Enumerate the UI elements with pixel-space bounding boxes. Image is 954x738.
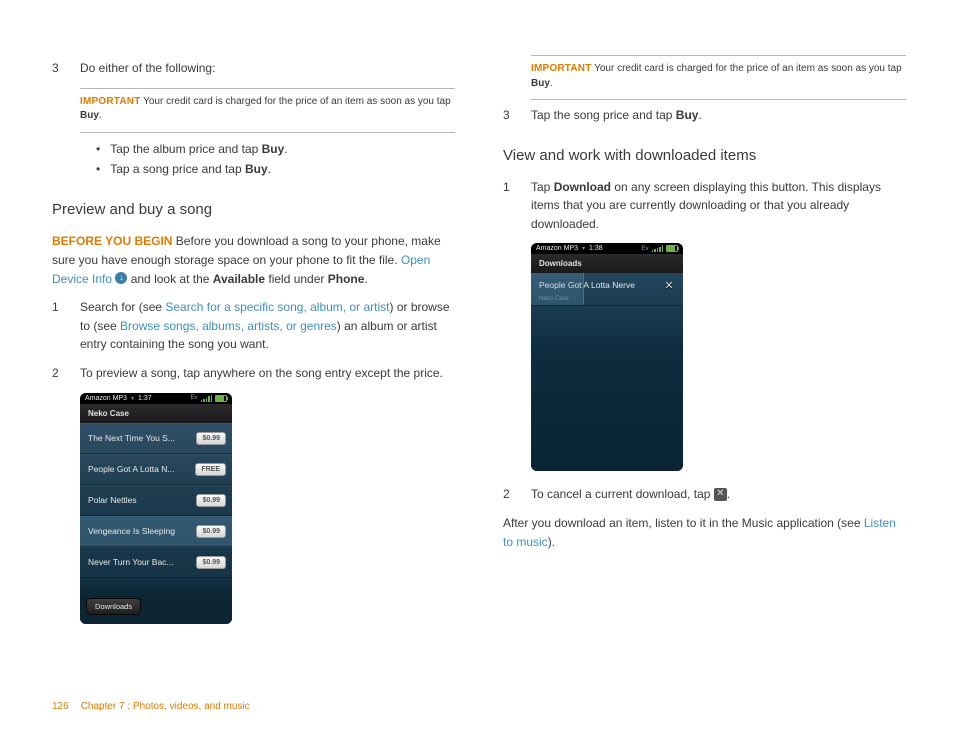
divider <box>531 99 906 100</box>
phone-screenshot-songlist: Amazon MP3 ▾ 1:37 Eν Neko Case The Next Ti… <box>80 393 232 624</box>
step-number: 2 <box>503 485 531 504</box>
section-heading-preview: Preview and buy a song <box>52 201 455 218</box>
phone-screenshot-downloads: Amazon MP3 ▾ 1:38 Eν Downloads People Got … <box>531 243 683 471</box>
step-3-left: 3 Do either of the following: <box>52 59 455 78</box>
important-note-right: IMPORTANT Your credit card is charged fo… <box>531 62 906 91</box>
step-number: 2 <box>52 364 80 383</box>
download-list: People Got A Lotta Nerve ✕ Neko Case <box>531 273 683 471</box>
step-body: Tap Download on any screen displaying th… <box>531 178 906 234</box>
step-body: Tap the song price and tap Buy. <box>531 106 906 125</box>
price-button[interactable]: $0.99 <box>196 432 226 445</box>
step-number: 1 <box>52 298 80 354</box>
ev-icon: Eν <box>641 246 648 252</box>
divider <box>80 88 455 89</box>
divider <box>80 132 455 133</box>
step-2-right: 2 To cancel a current download, tap ✕. <box>503 485 906 504</box>
after-download-text: After you download an item, listen to it… <box>503 514 906 551</box>
step-body: Do either of the following: <box>80 59 455 78</box>
chevron-down-icon: ▾ <box>582 245 585 252</box>
step-number: 3 <box>503 106 531 125</box>
song-row[interactable]: The Next Time You S...$0.99 <box>80 423 232 454</box>
status-bar: Amazon MP3 ▾ 1:38 Eν <box>531 243 683 254</box>
song-row[interactable]: Never Turn Your Bac...$0.99 <box>80 547 232 578</box>
important-label: IMPORTANT <box>80 96 141 107</box>
link-browse-songs[interactable]: Browse songs, albums, artists, or genres <box>120 319 337 333</box>
battery-icon <box>666 245 678 252</box>
signal-icon <box>201 395 213 402</box>
link-search-song[interactable]: Search for a specific song, album, or ar… <box>165 300 389 314</box>
status-bar: Amazon MP3 ▾ 1:37 Eν <box>80 393 232 404</box>
signal-icon <box>652 245 664 252</box>
device-info-icon: ↓ <box>115 272 127 284</box>
downloads-button[interactable]: Downloads <box>86 598 141 615</box>
status-time: 1:37 <box>138 395 152 402</box>
app-name: Amazon MP3 <box>536 245 578 252</box>
page-footer: 126 Chapter 7 : Photos, videos, and music <box>52 701 250 712</box>
before-label: BEFORE YOU BEGIN <box>52 234 172 248</box>
step-body: To cancel a current download, tap ✕. <box>531 485 906 504</box>
phone-header: Neko Case <box>80 404 232 423</box>
price-button[interactable]: $0.99 <box>196 525 226 538</box>
step-2-left: 2 To preview a song, tap anywhere on the… <box>52 364 455 383</box>
section-heading-downloaded: View and work with downloaded items <box>503 147 906 164</box>
before-you-begin: BEFORE YOU BEGIN Before you download a s… <box>52 232 455 288</box>
divider <box>531 55 906 56</box>
chapter-title: Chapter 7 : Photos, videos, and music <box>81 701 250 712</box>
step-body: To preview a song, tap anywhere on the s… <box>80 364 455 383</box>
price-button[interactable]: FREE <box>195 463 226 476</box>
chevron-down-icon: ▾ <box>131 395 134 402</box>
step-1-left: 1 Search for (see Search for a specific … <box>52 298 455 354</box>
step-3-right: 3 Tap the song price and tap Buy. <box>503 106 906 125</box>
cancel-download-icon[interactable]: ✕ <box>663 279 675 291</box>
cancel-icon: ✕ <box>714 488 727 501</box>
song-row-selected[interactable]: Vengeance Is Sleeping$0.99 <box>80 516 232 547</box>
battery-icon <box>215 395 227 402</box>
bullet-item: Tap a song price and tap Buy. <box>96 159 455 179</box>
bullet-list: Tap the album price and tap Buy. Tap a s… <box>96 139 455 180</box>
important-note-left: IMPORTANT Your credit card is charged fo… <box>80 95 455 124</box>
bullet-item: Tap the album price and tap Buy. <box>96 139 455 159</box>
page-number: 126 <box>52 701 69 712</box>
download-artist: Neko Case <box>539 296 569 302</box>
song-list: The Next Time You S...$0.99 People Got A… <box>80 423 232 624</box>
ev-icon: Eν <box>190 395 197 401</box>
price-button[interactable]: $0.99 <box>196 556 226 569</box>
right-column: IMPORTANT Your credit card is charged fo… <box>503 55 906 638</box>
phone-header: Downloads <box>531 254 683 273</box>
download-row[interactable]: People Got A Lotta Nerve ✕ Neko Case <box>531 273 683 306</box>
step-number: 1 <box>503 178 531 234</box>
step-1-right: 1 Tap Download on any screen displaying … <box>503 178 906 234</box>
song-row[interactable]: Polar Nettles$0.99 <box>80 485 232 516</box>
left-column: 3 Do either of the following: IMPORTANT … <box>52 55 455 638</box>
song-row[interactable]: People Got A Lotta N...FREE <box>80 454 232 485</box>
app-name: Amazon MP3 <box>85 395 127 402</box>
important-label: IMPORTANT <box>531 63 592 74</box>
status-time: 1:38 <box>589 245 603 252</box>
price-button[interactable]: $0.99 <box>196 494 226 507</box>
step-number: 3 <box>52 59 80 78</box>
step-body: Search for (see Search for a specific so… <box>80 298 455 354</box>
